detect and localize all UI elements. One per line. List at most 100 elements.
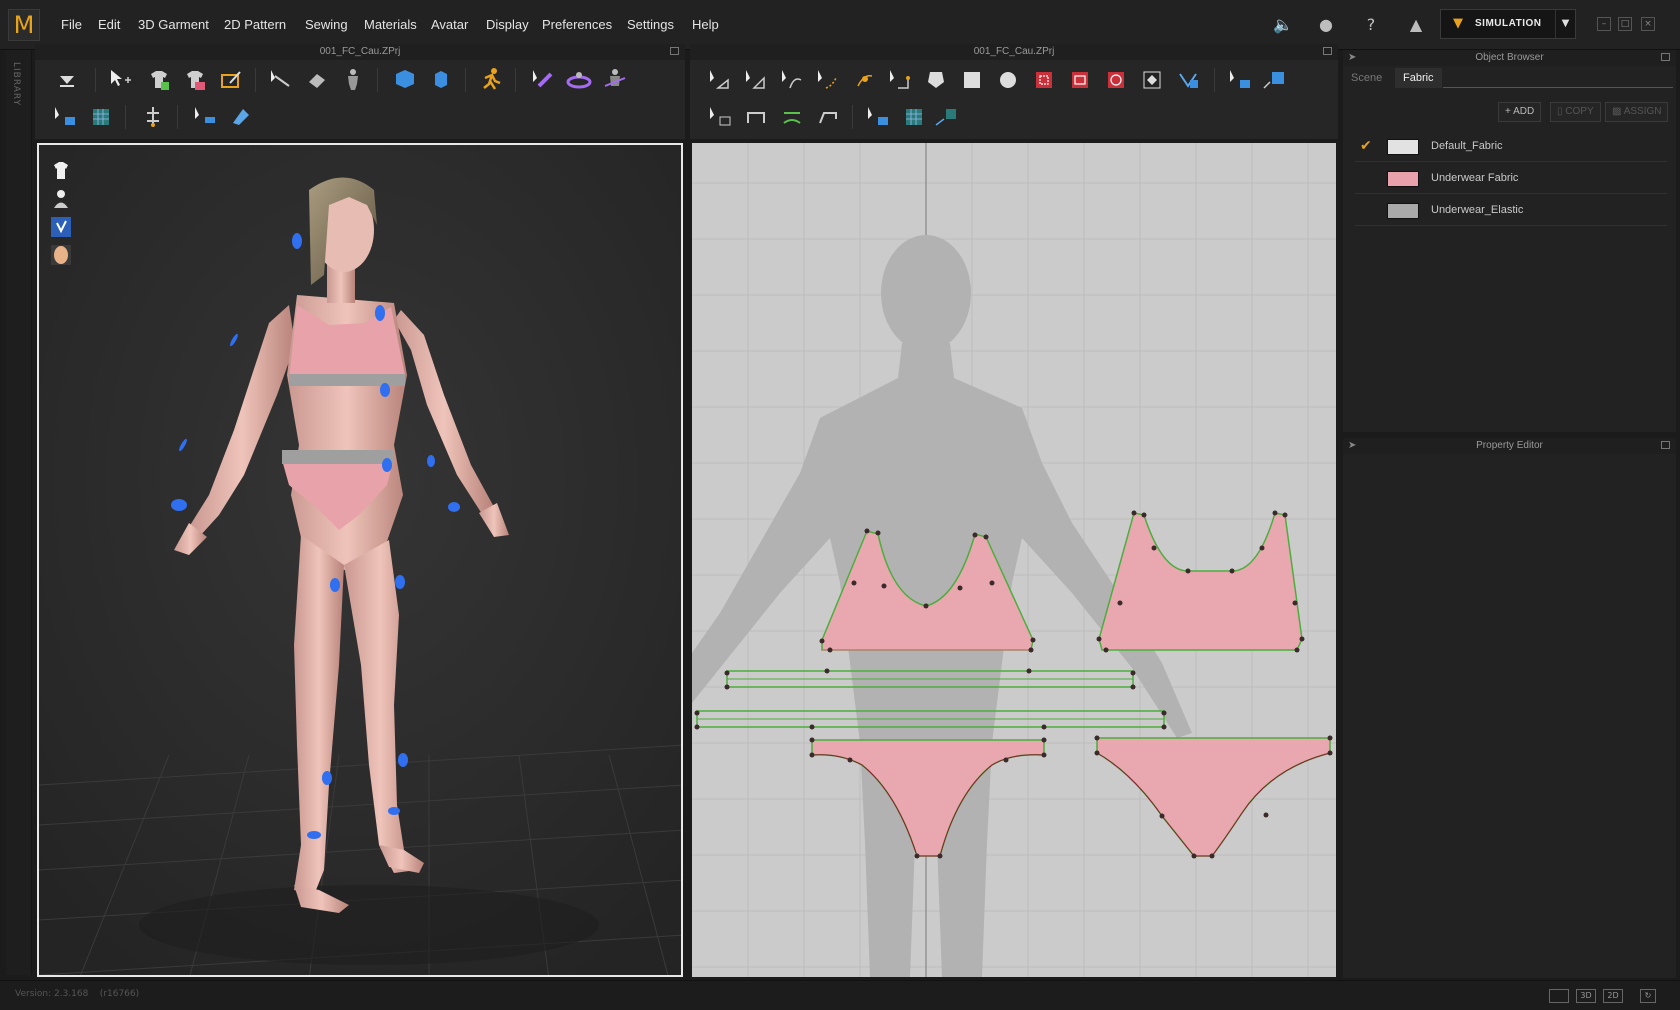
free-sewing-icon[interactable] xyxy=(778,103,806,131)
fabric-row-underwear[interactable]: Underwear Fabric xyxy=(1355,164,1667,194)
view-3d-button[interactable]: 3D xyxy=(1576,989,1596,1003)
add-fabric-button[interactable]: + ADD xyxy=(1498,102,1542,122)
avatar-trim-icon[interactable] xyxy=(227,103,255,131)
menu-edit[interactable]: Edit xyxy=(98,17,120,32)
help-icon[interactable]: ? xyxy=(1361,15,1381,35)
float-panel-icon[interactable] xyxy=(670,47,679,55)
expand-arrow-icon[interactable]: ➤ xyxy=(1348,438,1356,454)
menu-materials[interactable]: Materials xyxy=(364,17,417,32)
minimize-icon[interactable]: – xyxy=(1597,17,1611,31)
menu-3d-garment[interactable]: 3D Garment xyxy=(138,17,209,32)
garment-icon[interactable]: ▲ xyxy=(1406,15,1426,35)
viewport-2d[interactable] xyxy=(692,143,1336,977)
select-move-icon[interactable] xyxy=(107,66,135,94)
texture-edit-icon[interactable] xyxy=(1260,66,1288,94)
split-view-button[interactable] xyxy=(1549,989,1569,1003)
animation-runner-icon[interactable] xyxy=(477,66,505,94)
segment-sewing-icon[interactable] xyxy=(742,103,770,131)
chevron-down-icon[interactable]: ▼ xyxy=(1555,10,1575,38)
arrange-back-icon[interactable] xyxy=(427,66,455,94)
object-browser-title-text: Object Browser xyxy=(1475,52,1544,63)
skin-visibility-icon[interactable] xyxy=(49,243,73,267)
select-trim-icon[interactable] xyxy=(191,103,219,131)
segment-sewing-select-icon[interactable] xyxy=(706,103,734,131)
tack-tool-icon[interactable] xyxy=(139,103,167,131)
edit-garment-icon[interactable] xyxy=(217,66,245,94)
library-strip[interactable]: LIBRARY xyxy=(6,50,32,975)
add-point-icon[interactable] xyxy=(850,66,878,94)
menu-file[interactable]: File xyxy=(61,17,82,32)
transform-pattern-icon[interactable] xyxy=(706,66,734,94)
internal-polygon-icon[interactable] xyxy=(1030,66,1058,94)
close-icon[interactable]: × xyxy=(1641,17,1655,31)
menu-help[interactable]: Help xyxy=(692,17,719,32)
check-icon: ✔ xyxy=(1360,138,1372,154)
avatar-tool-icon[interactable] xyxy=(339,66,367,94)
dart-icon[interactable] xyxy=(1138,66,1166,94)
fabric-row-default[interactable]: ✔ Default_Fabric xyxy=(1355,132,1667,162)
assign-fabric-button[interactable]: ▩ ASSIGN xyxy=(1605,102,1669,122)
panel-2d-header: 001_FC_Cau.ZPrj xyxy=(690,44,1338,139)
fabric-row-elastic[interactable]: Underwear_Elastic xyxy=(1355,196,1667,226)
edit-curve-icon[interactable] xyxy=(778,66,806,94)
simulation-mode-button[interactable]: ▼ SIMULATION ▼ xyxy=(1440,9,1576,39)
float-panel-icon[interactable] xyxy=(1661,441,1670,449)
speaker-icon[interactable]: 🔈 xyxy=(1273,15,1293,35)
user-icon[interactable]: ● xyxy=(1316,15,1336,35)
mesh-grid-icon[interactable] xyxy=(87,103,115,131)
menu-avatar[interactable]: Avatar xyxy=(431,17,468,32)
version-number: Version: 2.3.168 xyxy=(15,989,89,999)
pin-tool-icon[interactable] xyxy=(267,66,295,94)
menu-2d-pattern[interactable]: 2D Pattern xyxy=(224,17,286,32)
grid-pattern-icon[interactable] xyxy=(900,103,928,131)
select-mesh-icon[interactable] xyxy=(51,103,79,131)
internal-circle-icon[interactable] xyxy=(1102,66,1130,94)
tab-fabric[interactable]: Fabric xyxy=(1395,68,1442,88)
copy-fabric-button[interactable]: ▯ COPY xyxy=(1550,102,1601,122)
object-browser-panel: ➤ Object Browser Scene Fabric + ADD ▯ CO… xyxy=(1343,50,1676,432)
maximize-icon[interactable]: □ xyxy=(1618,17,1632,31)
toolbar-2d-row-1 xyxy=(690,62,1338,98)
float-panel-icon[interactable] xyxy=(1661,53,1670,61)
float-panel-icon[interactable] xyxy=(1323,47,1332,55)
simulate-garment-icon[interactable] xyxy=(145,66,173,94)
menu-preferences[interactable]: Preferences xyxy=(542,17,612,32)
rectangle-icon[interactable] xyxy=(958,66,986,94)
polygon-icon[interactable] xyxy=(922,66,950,94)
view-2d-button[interactable]: 2D xyxy=(1603,989,1623,1003)
viewport-3d[interactable] xyxy=(37,143,683,977)
pattern-panty-back xyxy=(1094,735,1333,859)
assign-label: ASSIGN xyxy=(1623,106,1662,117)
fold-tool-icon[interactable] xyxy=(303,66,331,94)
garment-pink-icon[interactable] xyxy=(181,66,209,94)
pattern-layer-icon[interactable] xyxy=(932,103,960,131)
mode-chevron-icon: ▼ xyxy=(1453,16,1463,31)
fabric-swatch xyxy=(1387,139,1419,155)
object-browser-title: ➤ Object Browser xyxy=(1343,50,1676,66)
property-editor-title-text: Property Editor xyxy=(1476,440,1543,451)
curve-point-icon[interactable] xyxy=(814,66,842,94)
edit-point-icon[interactable] xyxy=(886,66,914,94)
garment-visibility-icon[interactable] xyxy=(49,159,73,183)
pattern-2d-canvas xyxy=(692,143,1336,977)
avatar-visibility-icon[interactable] xyxy=(49,187,73,211)
internal-rectangle-icon[interactable] xyxy=(1066,66,1094,94)
menu-display[interactable]: Display xyxy=(486,17,529,32)
trace-icon[interactable] xyxy=(1174,66,1202,94)
tab-scene[interactable]: Scene xyxy=(1343,68,1390,88)
measure-visibility-icon[interactable] xyxy=(49,215,73,239)
import-arrow-icon[interactable] xyxy=(53,66,81,94)
avatar-measure-icon[interactable] xyxy=(601,66,629,94)
circle-icon[interactable] xyxy=(994,66,1022,94)
expand-arrow-icon[interactable]: ➤ xyxy=(1348,50,1356,66)
refresh-icon[interactable]: ↻ xyxy=(1640,989,1656,1003)
menu-sewing[interactable]: Sewing xyxy=(305,17,348,32)
measure-tool-icon[interactable] xyxy=(529,66,557,94)
select-pin-icon[interactable] xyxy=(864,103,892,131)
select-texture-icon[interactable] xyxy=(1226,66,1254,94)
menu-settings[interactable]: Settings xyxy=(627,17,674,32)
circumference-tool-icon[interactable] xyxy=(565,66,593,94)
check-sewing-icon[interactable] xyxy=(814,103,842,131)
edit-pattern-icon[interactable] xyxy=(742,66,770,94)
arrange-front-icon[interactable] xyxy=(391,66,419,94)
